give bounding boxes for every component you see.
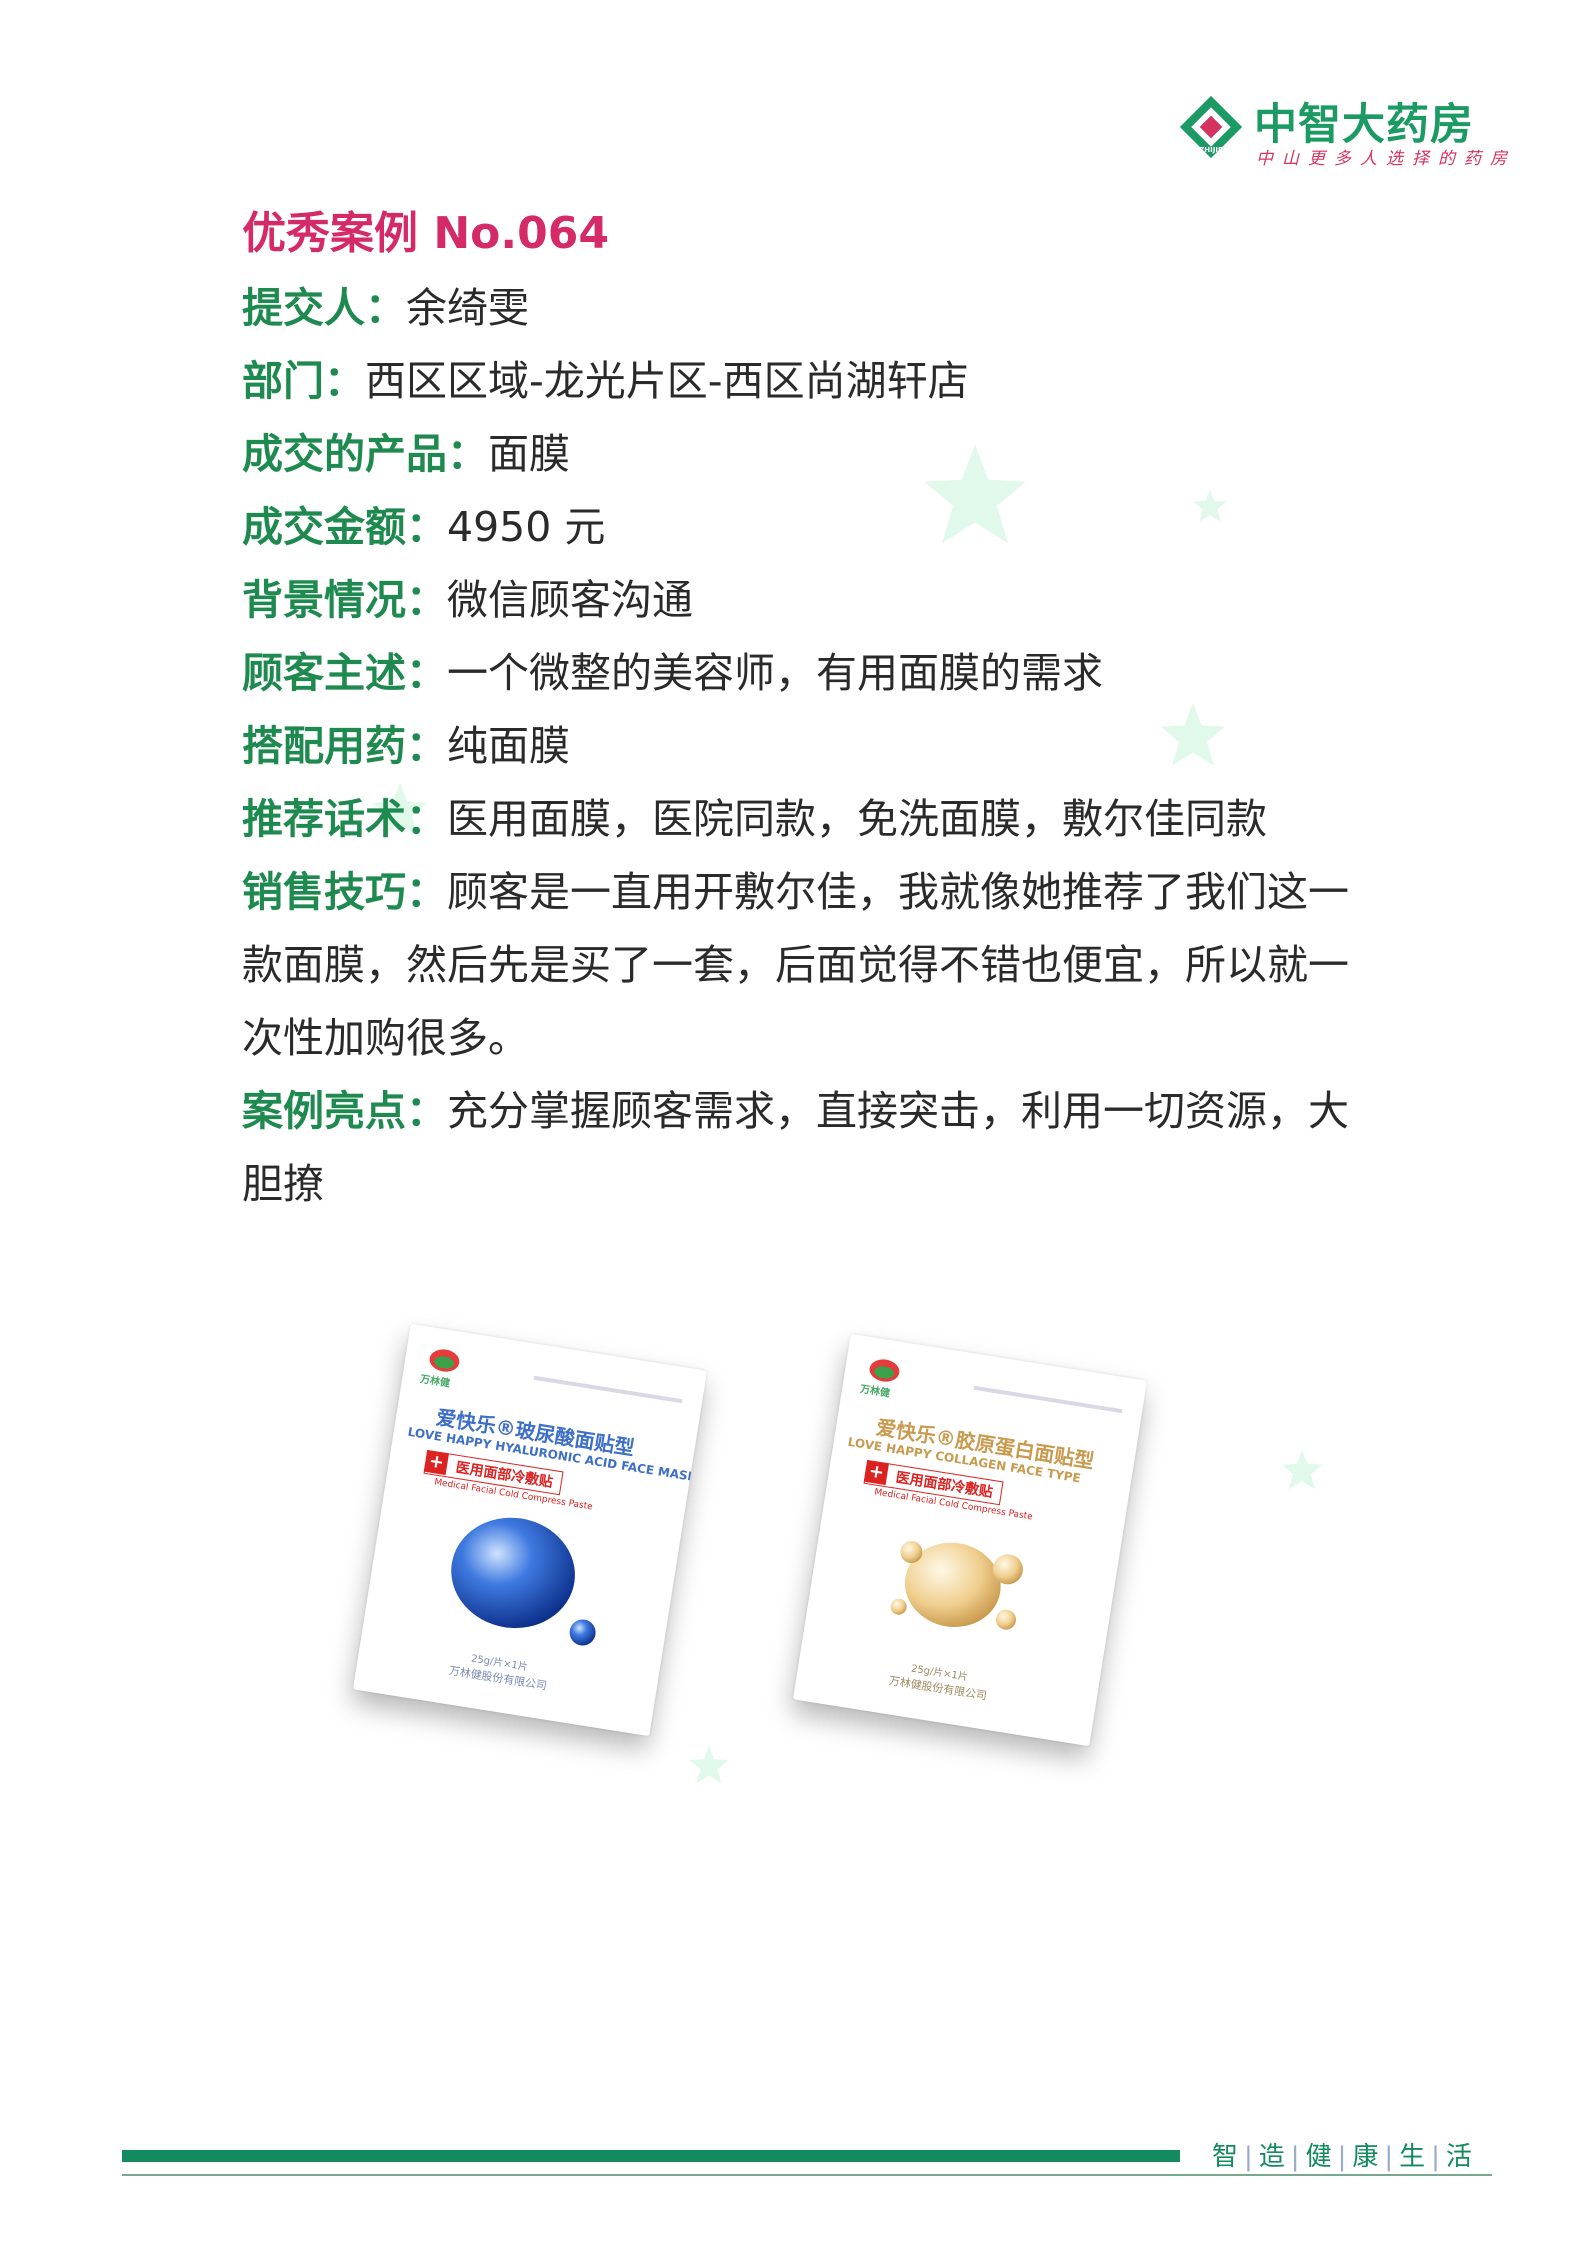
field-customer-statement: 顾客主述：一个微整的美容师，有用面膜的需求 bbox=[242, 637, 1372, 710]
brand-logo: ZHIJIE 中智大药房 中山更多人选择的药房 bbox=[1178, 88, 1518, 169]
field-value: 微信顾客沟通 bbox=[447, 576, 693, 624]
star-decoration-icon bbox=[1281, 1449, 1323, 1490]
logo-diamond-icon: ZHIJIE bbox=[1179, 95, 1243, 159]
field-value: 面膜 bbox=[488, 430, 570, 478]
field-recommend-script: 推荐话术：医用面膜，医院同款，免洗面膜，敷尔佳同款 bbox=[242, 783, 1372, 856]
field-submitter: 提交人：余绮雯 bbox=[242, 272, 1372, 345]
field-sales-technique: 销售技巧：顾客是一直用开敷尔佳，我就像她推荐了我们这一款面膜，然后先是买了一套，… bbox=[242, 856, 1372, 1075]
product-fineprint-bar bbox=[973, 1385, 1123, 1414]
collagen-bubbles-icon bbox=[890, 1540, 1023, 1630]
field-value: 医用面膜，医院同款，免洗面膜，敷尔佳同款 bbox=[447, 795, 1267, 843]
footer-word: 造 bbox=[1258, 2142, 1285, 2172]
field-amount: 成交金额：4950 元 bbox=[242, 491, 1372, 564]
field-label: 销售技巧： bbox=[242, 868, 447, 916]
field-value: 西区区域-龙光片区-西区尚湖轩店 bbox=[365, 357, 969, 405]
field-product: 成交的产品：面膜 bbox=[242, 418, 1372, 491]
field-label: 成交金额： bbox=[242, 503, 447, 551]
product-photo: 万林健 爱快乐®玻尿酸面贴型 LOVE HAPPY HYALURONIC ACI… bbox=[320, 1323, 1220, 1750]
footer-motto: 智 | 造 | 健 | 康 | 生 | 活 bbox=[1206, 2136, 1478, 2173]
field-value: 纯面膜 bbox=[447, 722, 570, 770]
logo-mark-text: ZHIJIE bbox=[1199, 146, 1223, 154]
field-label: 提交人： bbox=[242, 284, 406, 332]
product-package-hyaluronic: 万林健 爱快乐®玻尿酸面贴型 LOVE HAPPY HYALURONIC ACI… bbox=[352, 1323, 708, 1737]
field-department: 部门：西区区域-龙光片区-西区尚湖轩店 bbox=[242, 345, 1372, 418]
field-label: 背景情况： bbox=[242, 576, 447, 624]
star-decoration-icon bbox=[689, 1745, 729, 1784]
footer-word: 智 bbox=[1212, 2142, 1239, 2172]
brand-name: 中智大药房 bbox=[1254, 100, 1474, 150]
field-label: 成交的产品： bbox=[242, 430, 488, 478]
footer-bar bbox=[122, 2150, 1180, 2162]
footer-word: 活 bbox=[1445, 2142, 1472, 2172]
medical-cross-icon: + bbox=[423, 1449, 449, 1476]
footer-word: 健 bbox=[1305, 2142, 1332, 2172]
case-title: 优秀案例 No.064 bbox=[242, 208, 609, 259]
field-label: 案例亮点： bbox=[242, 1087, 447, 1135]
field-highlights: 案例亮点：充分掌握顾客需求，直接突击，利用一切资源，大胆撩 bbox=[242, 1075, 1372, 1221]
footer-word: 康 bbox=[1352, 2142, 1379, 2172]
field-background: 背景情况：微信顾客沟通 bbox=[242, 564, 1372, 637]
field-label: 推荐话术： bbox=[242, 795, 447, 843]
medical-cross-icon: + bbox=[863, 1459, 889, 1486]
footer-divider bbox=[122, 2174, 1492, 2176]
water-drop-icon bbox=[451, 1517, 596, 1646]
field-paired-medicine: 搭配用药：纯面膜 bbox=[242, 710, 1372, 783]
field-label: 顾客主述： bbox=[242, 649, 447, 697]
footer-word: 生 bbox=[1399, 2142, 1426, 2172]
product-package-collagen: 万林健 爱快乐®胶原蛋白面贴型 LOVE HAPPY COLLAGEN FACE… bbox=[792, 1333, 1148, 1747]
field-value: 一个微整的美容师，有用面膜的需求 bbox=[447, 649, 1103, 697]
case-content: 优秀案例 No.064 提交人：余绮雯 部门：西区区域-龙光片区-西区尚湖轩店 … bbox=[242, 196, 1372, 1221]
field-label: 搭配用药： bbox=[242, 722, 447, 770]
brand-slogan: 中山更多人选择的药房 bbox=[1256, 149, 1516, 169]
product-fineprint-bar bbox=[533, 1375, 683, 1404]
field-value: 4950 元 bbox=[447, 503, 606, 551]
field-value: 余绮雯 bbox=[406, 284, 529, 332]
field-label: 部门： bbox=[242, 357, 365, 405]
